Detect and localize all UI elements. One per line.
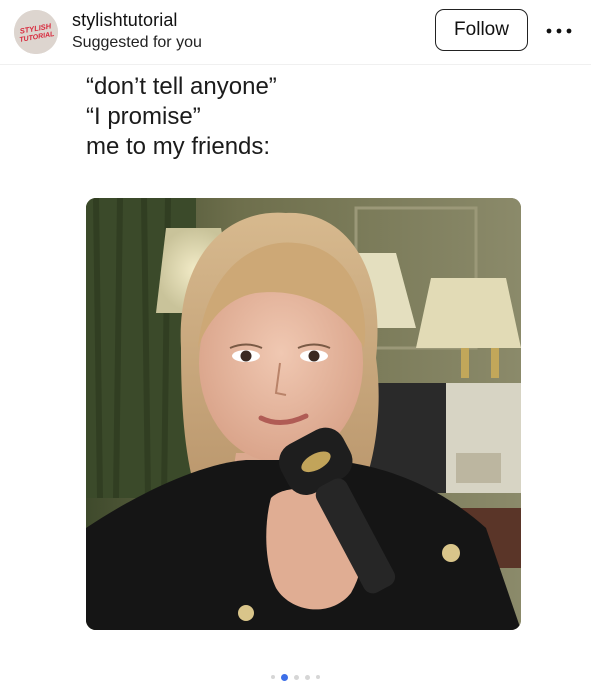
carousel-dot xyxy=(271,675,275,679)
caption-line: me to my friends: xyxy=(86,133,271,160)
carousel-dot-active xyxy=(281,673,288,681)
follow-button[interactable]: Follow xyxy=(435,9,528,51)
caption-line: “I promise” xyxy=(86,103,201,130)
carousel-dot xyxy=(316,675,320,679)
carousel-dot xyxy=(305,674,310,680)
more-horizontal-icon xyxy=(546,28,572,34)
carousel-indicator xyxy=(0,673,591,681)
post-header: STYLISH TUTORIAL stylishtutorial Suggest… xyxy=(0,0,591,65)
suggested-label: Suggested for you xyxy=(72,34,202,51)
more-options-button[interactable] xyxy=(542,18,576,44)
post-image[interactable] xyxy=(86,198,521,630)
carousel-dot xyxy=(294,674,299,680)
meme-caption: “don’t tell anyone” “I promise” me to my… xyxy=(86,72,526,162)
brand-logo: STYLISH TUTORIAL xyxy=(14,10,58,54)
photo-illustration xyxy=(86,198,521,630)
username[interactable]: stylishtutorial xyxy=(72,10,178,31)
avatar[interactable]: STYLISH TUTORIAL xyxy=(14,10,58,54)
caption-line: “don’t tell anyone” xyxy=(86,73,277,100)
